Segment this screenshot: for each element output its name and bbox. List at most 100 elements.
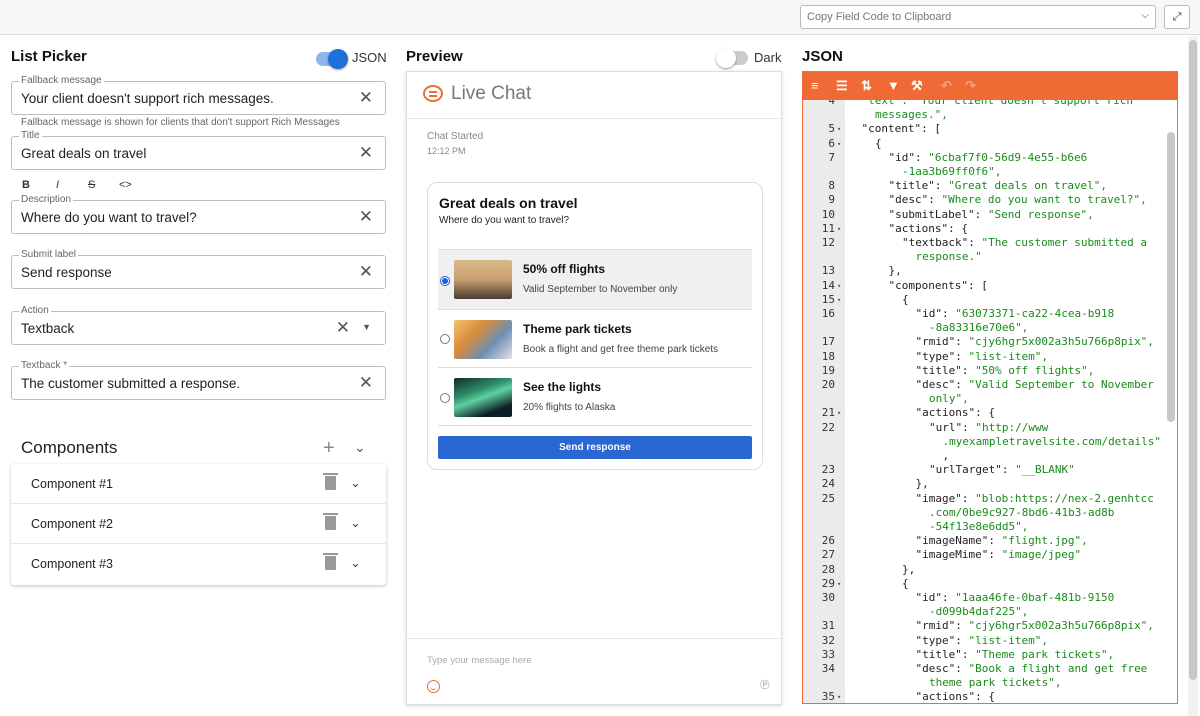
fallback-helper-text: Fallback message is shown for clients th…	[21, 117, 340, 128]
bold-button[interactable]: B	[22, 179, 30, 191]
dropdown-arrow-icon[interactable]: ▼	[362, 322, 371, 332]
trash-icon[interactable]	[323, 553, 338, 570]
fallback-message-field[interactable]: Fallback message Your client doesn't sup…	[11, 75, 386, 115]
fold-toggle-icon[interactable]: ▾	[837, 222, 841, 236]
chevron-down-icon[interactable]: ⌄	[350, 515, 361, 531]
chevron-down-icon[interactable]: ⌄	[350, 475, 361, 491]
code-text: {	[875, 136, 882, 150]
undo-icon[interactable]: ↶	[941, 78, 952, 94]
collapse-arrows-icon[interactable]: ⤢	[1164, 5, 1190, 29]
clear-icon[interactable]: ✕	[336, 318, 350, 338]
json-toggle[interactable]	[316, 49, 348, 69]
editor-scrollbar[interactable]	[1167, 132, 1175, 422]
title-field[interactable]: Title Great deals on travel ✕	[11, 130, 386, 170]
code-text: },	[902, 562, 916, 576]
page-scrollbar[interactable]	[1189, 40, 1197, 680]
redo-icon[interactable]: ↷	[965, 78, 976, 94]
json-toolbar: ≡ ☰ ⇅ ▼ ⚒ ↶ ↷	[803, 72, 1177, 100]
clear-icon[interactable]: ✕	[359, 143, 373, 163]
radio-button[interactable]	[440, 393, 450, 403]
action-select[interactable]: Action Textback ✕ ▼	[11, 305, 386, 345]
line-number: 15	[821, 292, 835, 306]
fold-toggle-icon[interactable]: ▾	[837, 690, 841, 703]
trash-icon[interactable]	[323, 473, 338, 490]
code-text: },	[888, 264, 902, 278]
message-description: Where do you want to travel?	[439, 215, 570, 226]
format-icon[interactable]: ≡	[811, 78, 819, 93]
code-text: "desc": "Book a flight and get free	[915, 662, 1148, 675]
fold-toggle-icon[interactable]: ▾	[837, 577, 841, 591]
code-button[interactable]: <>	[119, 179, 132, 191]
line-number: 7	[828, 150, 835, 164]
list-item[interactable]: Component #1 ⌄	[11, 464, 386, 504]
chevron-down-icon: ⌵	[1141, 10, 1149, 21]
attachment-icon[interactable]: ℗	[760, 677, 770, 692]
clear-icon[interactable]: ✕	[359, 373, 373, 393]
field-label: Description	[19, 194, 74, 205]
component-name: Component #3	[31, 557, 114, 571]
code-text: -d099b4daf225",	[929, 605, 1029, 619]
top-bar: Copy Field Code to Clipboard ⌵ ⤢	[0, 0, 1200, 35]
strikethrough-button[interactable]: S	[88, 179, 95, 191]
clear-icon[interactable]: ✕	[359, 88, 373, 108]
line-number: 8	[828, 179, 835, 193]
copy-field-code-select[interactable]: Copy Field Code to Clipboard ⌵	[800, 5, 1156, 29]
list-item[interactable]: Component #3 ⌄	[11, 544, 386, 584]
description-field[interactable]: Description Where do you want to travel?…	[11, 194, 386, 234]
code-text: "imageMime": "image/jpeg"	[915, 548, 1082, 562]
line-number: 17	[821, 335, 835, 349]
radio-button[interactable]	[440, 334, 450, 344]
list-item[interactable]: Component #2 ⌄	[11, 504, 386, 544]
fold-toggle-icon[interactable]: ▾	[837, 279, 841, 293]
fold-toggle-icon[interactable]: ▾	[837, 293, 841, 307]
code-text: {	[902, 576, 909, 590]
send-response-button[interactable]: Send response	[438, 436, 752, 459]
code-text: theme park tickets",	[929, 676, 1062, 690]
code-text: "title": "50% off flights",	[915, 363, 1095, 377]
preview-title: Preview	[406, 48, 463, 65]
fold-toggle-icon[interactable]: ▾	[837, 122, 841, 136]
list-option[interactable]: Theme park tickets Book a flight and get…	[438, 309, 752, 367]
list-option[interactable]: 50% off flights Valid September to Novem…	[438, 249, 752, 309]
textback-field[interactable]: Textback * The customer submitted a resp…	[11, 360, 386, 400]
field-label: Submit label	[19, 249, 79, 260]
submit-label-field[interactable]: Submit label Send response ✕	[11, 249, 386, 289]
clear-icon[interactable]: ✕	[359, 207, 373, 227]
radio-button[interactable]	[440, 276, 450, 286]
line-number: 12	[821, 236, 835, 249]
line-number: 14	[821, 278, 835, 292]
italic-button[interactable]: I	[56, 179, 59, 191]
dark-toggle[interactable]	[716, 48, 748, 68]
code-text: "actions": {	[888, 221, 968, 235]
compact-icon[interactable]: ☰	[836, 78, 848, 94]
chevron-down-icon[interactable]: ⌄	[350, 555, 361, 571]
toggle-knob	[716, 48, 736, 68]
repair-icon[interactable]: ⚒	[911, 78, 923, 94]
add-component-icon[interactable]: +	[323, 437, 335, 460]
chat-started-label: Chat Started	[427, 131, 484, 142]
line-number: 31	[821, 619, 835, 633]
clear-icon[interactable]: ✕	[359, 262, 373, 282]
line-number: 4	[828, 100, 835, 107]
code-text: "type": "list-item",	[915, 633, 1048, 647]
code-text: "title": "Great deals on travel",	[888, 179, 1108, 193]
json-editor[interactable]: ≡ ☰ ⇅ ▼ ⚒ ↶ ↷ 4 "text": "Your client does…	[802, 71, 1178, 704]
fold-toggle-icon[interactable]: ▾	[837, 406, 841, 420]
list-option[interactable]: See the lights 20% flights to Alaska	[438, 367, 752, 426]
chevron-down-icon[interactable]: ⌄	[354, 439, 366, 456]
code-text: "desc": "Valid September to November	[915, 378, 1154, 391]
emoji-icon[interactable]	[427, 680, 440, 693]
line-number: 21	[821, 406, 835, 420]
chat-input[interactable]: Type your message here ℗	[407, 638, 781, 704]
trash-icon[interactable]	[323, 513, 338, 530]
filter-icon[interactable]: ▼	[887, 78, 900, 93]
sort-icon[interactable]: ⇅	[861, 78, 872, 94]
option-description: Valid September to November only	[523, 284, 678, 295]
fold-toggle-icon[interactable]: ▾	[837, 137, 841, 151]
field-label: Fallback message	[19, 75, 104, 86]
chat-bubble-icon	[423, 85, 443, 102]
code-text: response."	[915, 250, 982, 264]
component-name: Component #2	[31, 517, 114, 531]
option-title: See the lights	[523, 380, 602, 394]
option-title: Theme park tickets	[523, 322, 632, 336]
